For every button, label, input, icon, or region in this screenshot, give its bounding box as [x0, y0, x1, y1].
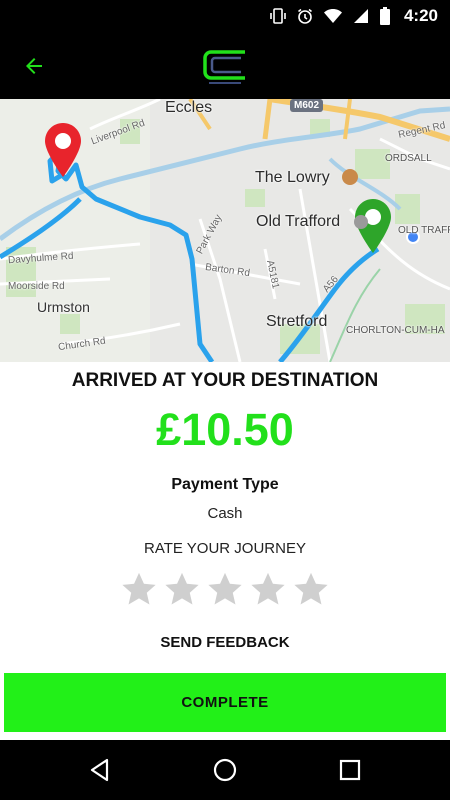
star-icon[interactable] — [206, 570, 244, 608]
alarm-icon — [296, 7, 314, 25]
cafe-icon — [342, 169, 358, 185]
status-time: 4:20 — [403, 6, 438, 25]
star-rating — [120, 570, 330, 610]
back-button[interactable] — [18, 50, 50, 82]
vibrate-icon — [269, 7, 287, 25]
map-label-stretford: Stretford — [266, 313, 328, 330]
payment-type-value: Cash — [207, 505, 243, 522]
fare-amount: £10.50 — [156, 404, 294, 455]
recents-square-icon[interactable] — [337, 757, 363, 783]
payment-type-label: Payment Type — [171, 476, 279, 493]
status-icons: 4:20 — [269, 0, 438, 32]
app-logo-icon — [195, 44, 255, 90]
map-view[interactable]: M602 Eccles Liverpool Rd Regent Rd ORDSA… — [0, 99, 450, 362]
star-icon[interactable] — [249, 570, 287, 608]
wifi-icon — [323, 7, 343, 25]
battery-icon — [379, 6, 391, 26]
star-icon[interactable] — [163, 570, 201, 608]
map-label-eccles: Eccles — [165, 99, 213, 116]
app-bar — [0, 32, 450, 99]
star-icon[interactable] — [292, 570, 330, 608]
map-label-moorside-rd: Moorside Rd — [8, 281, 65, 292]
motorway-badge: M602 — [290, 99, 324, 112]
start-marker-icon — [45, 123, 81, 177]
system-nav-bar — [0, 740, 450, 800]
map-label-the-lowry: The Lowry — [255, 169, 330, 186]
arrival-heading: ARRIVED AT YOUR DESTINATION — [71, 370, 379, 391]
map-label-old-trafford: Old Trafford — [256, 213, 341, 230]
star-icon[interactable] — [120, 570, 158, 608]
map-label-old-traff: OLD TRAFF — [398, 225, 450, 236]
rate-journey-label: RATE YOUR JOURNEY — [144, 540, 306, 557]
map-label-ordsall: ORDSALL — [385, 153, 432, 164]
complete-button[interactable]: COMPLETE — [4, 673, 446, 732]
stadium-icon — [354, 215, 368, 229]
status-bar: 4:20 — [0, 0, 450, 32]
map-label-urmston: Urmston — [37, 299, 90, 315]
arrow-left-icon — [26, 58, 42, 74]
signal-icon — [352, 7, 370, 25]
send-feedback-link[interactable]: SEND FEEDBACK — [0, 634, 450, 651]
back-triangle-icon[interactable] — [87, 757, 113, 783]
trip-summary: ARRIVED AT YOUR DESTINATION £10.50 Payme… — [0, 362, 450, 740]
map-label-chorlton: CHORLTON-CUM-HA — [346, 325, 445, 336]
home-circle-icon[interactable] — [212, 757, 238, 783]
